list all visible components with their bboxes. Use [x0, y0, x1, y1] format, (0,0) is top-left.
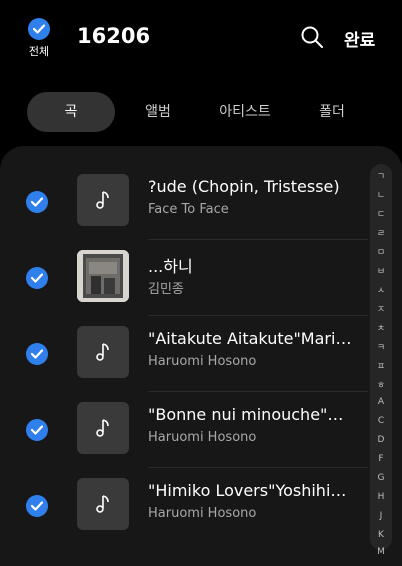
check-icon[interactable]	[26, 419, 48, 441]
index-letter[interactable]: ㅁ	[370, 245, 392, 258]
song-title: "Himiko Lovers"Yoshihi…	[148, 481, 347, 500]
index-letter[interactable]: ㄱ	[370, 169, 392, 182]
tab-albums[interactable]: 앨범	[129, 92, 187, 132]
divider	[148, 391, 368, 392]
selected-count: 16206	[77, 24, 151, 48]
divider	[148, 315, 368, 316]
alphabet-index-bar[interactable]: ㄱ ㄴ ㄷ ㄹ ㅁ ㅂ ㅅ ㅈ ㅊ ㅋ ㅍ ㅎ A C D F G H J K …	[370, 164, 392, 557]
song-title: ?ude (Chopin, Tristesse)	[148, 177, 340, 196]
list-item[interactable]: "Bonne nui minouche"… Haruomi Hosono	[0, 402, 370, 478]
check-icon[interactable]	[26, 267, 48, 289]
index-letter[interactable]: ㅅ	[370, 283, 392, 296]
list-item[interactable]: "Himiko Lovers"Yoshihi… Haruomi Hosono	[0, 478, 370, 554]
list-item[interactable]: ...하니 김민종	[0, 250, 370, 326]
check-icon[interactable]	[26, 191, 48, 213]
index-letter[interactable]: G	[370, 473, 392, 483]
category-tabs: 곡 앨범 아티스트 폴더	[0, 92, 402, 134]
select-all-label: 전체	[28, 45, 50, 58]
index-letter[interactable]: J	[370, 511, 392, 521]
tab-folders[interactable]: 폴더	[303, 92, 361, 132]
divider	[148, 239, 368, 240]
index-letter[interactable]: C	[370, 416, 392, 426]
check-icon	[28, 18, 50, 40]
song-list: ?ude (Chopin, Tristesse) Face To Face ..…	[0, 146, 402, 566]
album-art	[77, 250, 129, 302]
tab-artists[interactable]: 아티스트	[206, 92, 284, 132]
music-note-icon	[77, 402, 129, 454]
index-letter[interactable]: ㅎ	[370, 378, 392, 391]
index-letter[interactable]: ㅋ	[370, 340, 392, 353]
song-artist: 김민종	[148, 282, 184, 297]
index-letter[interactable]: ㅈ	[370, 302, 392, 315]
index-letter[interactable]: A	[370, 397, 392, 407]
list-item[interactable]: "Aitakute Aitakute"Mari… Haruomi Hosono	[0, 326, 370, 402]
music-note-icon	[77, 174, 129, 226]
index-letter[interactable]: ㄹ	[370, 226, 392, 239]
song-artist: Haruomi Hosono	[148, 506, 257, 521]
index-letter[interactable]: M	[370, 547, 392, 557]
index-letter[interactable]: ㅂ	[370, 264, 392, 277]
check-icon[interactable]	[26, 495, 48, 517]
index-letter[interactable]: ㄷ	[370, 207, 392, 220]
index-letter[interactable]: H	[370, 492, 392, 502]
tab-songs[interactable]: 곡	[27, 92, 115, 132]
index-letter[interactable]: ㅊ	[370, 321, 392, 334]
song-title: ...하니	[148, 257, 193, 276]
done-button[interactable]: 완료	[344, 26, 375, 51]
song-artist: Face To Face	[148, 202, 229, 217]
song-artist: Haruomi Hosono	[148, 430, 257, 445]
index-letter[interactable]: ㄴ	[370, 188, 392, 201]
index-letter[interactable]: F	[370, 454, 392, 464]
check-icon[interactable]	[26, 343, 48, 365]
music-note-icon	[77, 478, 129, 530]
select-all-toggle[interactable]: 전체	[24, 18, 54, 59]
header: 전체 16206 완료	[0, 0, 402, 80]
index-letter[interactable]: K	[370, 530, 392, 540]
song-artist: Haruomi Hosono	[148, 354, 257, 369]
search-icon[interactable]	[300, 25, 324, 49]
index-letter[interactable]: D	[370, 435, 392, 445]
song-title: "Aitakute Aitakute"Mari…	[148, 329, 352, 348]
music-note-icon	[77, 326, 129, 378]
index-letter[interactable]: ㅍ	[370, 359, 392, 372]
divider	[148, 467, 368, 468]
song-title: "Bonne nui minouche"…	[148, 405, 344, 424]
list-item[interactable]: ?ude (Chopin, Tristesse) Face To Face	[0, 174, 370, 250]
